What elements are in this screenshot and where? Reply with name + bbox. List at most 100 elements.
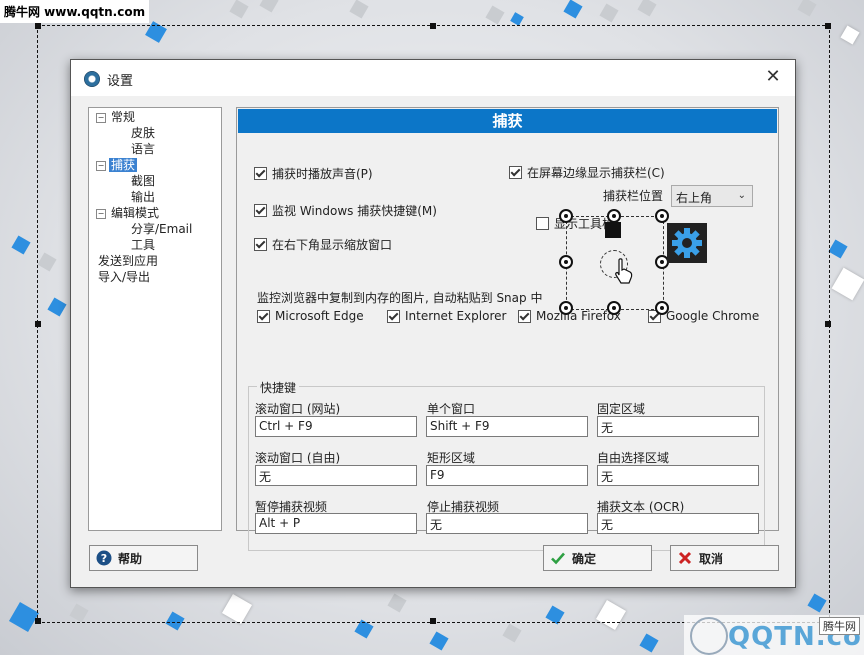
bg-cube [229, 0, 249, 19]
selection-handle[interactable] [35, 321, 41, 327]
field-value: Ctrl + F9 [259, 419, 313, 433]
hotkey-field-rect[interactable]: F9 [426, 465, 588, 486]
bg-cube [831, 267, 864, 301]
checkbox-label: Google Chrome [666, 309, 760, 323]
tree-item-share-email[interactable]: 分享/Email [131, 222, 192, 236]
check-icon [550, 550, 566, 566]
window-title: 设置 [107, 74, 134, 89]
tree-item-output[interactable]: 输出 [131, 190, 155, 204]
selection-handle[interactable] [430, 23, 436, 29]
hotkey-field-freeform[interactable]: 无 [597, 465, 759, 486]
close-icon[interactable]: ✕ [751, 60, 795, 96]
selection-handle[interactable] [35, 618, 41, 624]
app-icon [84, 71, 100, 87]
overlay-handle[interactable] [607, 209, 621, 223]
ie-checkbox[interactable]: Internet Explorer [387, 309, 506, 323]
dialog-body: − 常规 皮肤 语言 − 捕获 截图 输出 − 编辑模式 分享/Email 工具… [71, 96, 795, 587]
hotkey-field-window[interactable]: Shift + F9 [426, 416, 588, 437]
hotkey-field-pause-video[interactable]: Alt + P [255, 513, 417, 534]
selection-handle[interactable] [825, 321, 831, 327]
bg-cube [840, 25, 860, 45]
bg-cube [639, 633, 659, 653]
tree-item-general[interactable]: 常规 [111, 110, 135, 124]
svg-text:?: ? [101, 552, 107, 565]
tree-item-edit-mode[interactable]: 编辑模式 [111, 206, 159, 220]
checkbox-label: 捕获时播放声音(P) [272, 167, 373, 181]
hotkey-field-ocr[interactable]: 无 [597, 513, 759, 534]
tree-item-screenshot[interactable]: 截图 [131, 174, 155, 188]
browser-monitor-label: 监控浏览器中复制到内存的图片, 自动粘贴到 Snap 中 [257, 291, 543, 305]
bar-position-label: 捕获栏位置 [603, 189, 664, 203]
bg-cube [599, 3, 619, 23]
selection-handle[interactable] [430, 618, 436, 624]
tree-item-language[interactable]: 语言 [131, 142, 155, 156]
checkbox-label: Microsoft Edge [275, 309, 364, 323]
selection-handle[interactable] [825, 23, 831, 29]
hotkey-label: 自由选择区域 [597, 451, 670, 465]
settings-tree: − 常规 皮肤 语言 − 捕获 截图 输出 − 编辑模式 分享/Email 工具… [88, 107, 222, 531]
hotkey-label: 单个窗口 [427, 402, 476, 416]
checkbox-box[interactable] [257, 309, 270, 323]
overlay-handle[interactable] [655, 301, 669, 315]
monitor-hotkeys-checkbox[interactable]: 监视 Windows 捕获快捷键(M) [254, 202, 437, 219]
hotkey-field-scroll-free[interactable]: 无 [255, 465, 417, 486]
checkbox-box[interactable] [254, 167, 267, 180]
selection-handle[interactable] [35, 23, 41, 29]
bg-cube [485, 5, 505, 25]
bg-cube [259, 0, 279, 13]
overlay-anchor [605, 222, 621, 238]
overlay-handle[interactable] [607, 301, 621, 315]
bar-position-select[interactable]: 右上角 ⌄ [671, 185, 753, 207]
collapse-icon[interactable]: − [96, 209, 106, 219]
tree-item-tools[interactable]: 工具 [131, 238, 155, 252]
tree-item-import-export[interactable]: 导入/导出 [98, 270, 150, 284]
collapse-icon[interactable]: − [96, 113, 106, 123]
checkbox-label: 在屏幕边缘显示捕获栏(C) [527, 166, 665, 180]
checkbox-box[interactable] [536, 217, 549, 230]
checkbox-box[interactable] [509, 166, 522, 179]
overlay-handle[interactable] [559, 301, 573, 315]
edge-bar-checkbox[interactable]: 在屏幕边缘显示捕获栏(C) [509, 164, 665, 181]
overlay-handle[interactable] [559, 255, 573, 269]
help-icon: ? [96, 550, 112, 566]
tree-item-send-to-app[interactable]: 发送到应用 [98, 254, 158, 268]
checkbox-box[interactable] [254, 204, 267, 217]
overlay-handle[interactable] [655, 209, 669, 223]
panel-title: 捕获 [238, 109, 777, 133]
show-zoom-checkbox[interactable]: 在右下角显示缩放窗口 [254, 236, 392, 253]
help-button[interactable]: ? 帮助 [89, 545, 198, 571]
bg-cube [510, 12, 524, 26]
overlay-handle[interactable] [559, 209, 573, 223]
field-value: 无 [601, 470, 614, 484]
bg-cube [8, 601, 40, 633]
hotkey-label: 矩形区域 [427, 451, 476, 465]
bg-cube [11, 235, 31, 255]
field-value: 无 [259, 470, 272, 484]
hotkey-label: 固定区域 [597, 402, 646, 416]
field-value: Alt + P [259, 516, 301, 530]
checkbox-box[interactable] [518, 309, 531, 323]
cancel-button[interactable]: 取消 [670, 545, 779, 571]
collapse-icon[interactable]: − [96, 161, 106, 171]
select-value: 右上角 [676, 191, 713, 205]
tree-item-capture[interactable]: 捕获 [109, 158, 138, 172]
checkbox-label: 在右下角显示缩放窗口 [272, 238, 393, 252]
checkbox-box[interactable] [254, 238, 267, 251]
hotkey-field-scroll-web[interactable]: Ctrl + F9 [255, 416, 417, 437]
field-value: 无 [601, 421, 614, 435]
bg-cube [828, 239, 848, 259]
hotkeys-group-label: 快捷键 [257, 379, 300, 396]
edge-checkbox[interactable]: Microsoft Edge [257, 309, 364, 323]
bg-cube [429, 631, 449, 651]
hotkey-field-stop-video[interactable]: 无 [426, 513, 588, 534]
checkbox-box[interactable] [387, 309, 400, 323]
field-value: Shift + F9 [430, 419, 490, 433]
checkbox-label: Internet Explorer [405, 309, 507, 323]
help-button-label: 帮助 [118, 551, 143, 566]
tree-item-skin[interactable]: 皮肤 [131, 126, 155, 140]
gear-icon[interactable] [667, 223, 707, 263]
ok-button[interactable]: 确定 [543, 545, 652, 571]
hotkey-field-fixed-region[interactable]: 无 [597, 416, 759, 437]
play-sound-checkbox[interactable]: 捕获时播放声音(P) [254, 165, 373, 182]
bg-cube [637, 0, 657, 17]
